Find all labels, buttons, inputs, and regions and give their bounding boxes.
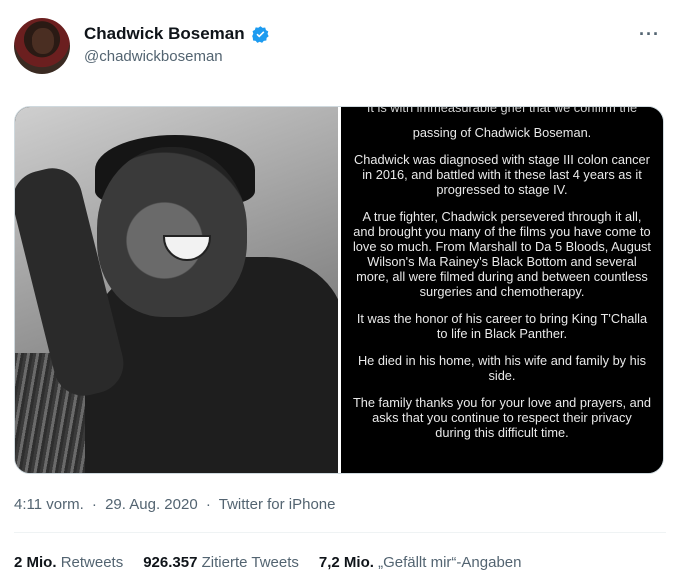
display-name[interactable]: Chadwick Boseman: [84, 24, 245, 44]
quotes-stat[interactable]: 926.357 Zitierte Tweets: [143, 554, 299, 571]
tweet-media[interactable]: It is with immeasurable grief that we co…: [14, 106, 664, 474]
more-options-icon[interactable]: ···: [639, 24, 660, 45]
author-name-row: Chadwick Boseman: [84, 24, 270, 44]
portrait-photo[interactable]: [15, 107, 338, 473]
likes-count: 7,2 Mio.: [318, 554, 374, 571]
separator-dot: ·: [91, 496, 97, 513]
tweet-source[interactable]: Twitter for iPhone: [219, 496, 336, 513]
statement-paragraph: A true fighter, Chadwick persevered thro…: [352, 209, 651, 299]
statement-image[interactable]: It is with immeasurable grief that we co…: [337, 107, 663, 473]
retweets-count: 2 Mio.: [14, 554, 57, 571]
tweet-metadata: 4:11 vorm. · 29. Aug. 2020 · Twitter for…: [14, 496, 339, 513]
retweets-label: Retweets: [60, 554, 124, 571]
author-handle[interactable]: @chadwickboseman: [84, 48, 223, 65]
quotes-label: Zitierte Tweets: [201, 554, 299, 571]
statement-paragraph: Chadwick was diagnosed with stage III co…: [354, 152, 650, 197]
quotes-count: 926.357: [143, 554, 198, 571]
retweets-stat[interactable]: 2 Mio. Retweets: [14, 554, 123, 571]
likes-label: „Gefällt mir“-Angaben: [378, 554, 522, 571]
separator-dot: ·: [205, 496, 211, 513]
tweet-time[interactable]: 4:11 vorm.: [14, 496, 84, 513]
statement-paragraph: It was the honor of his career to bring …: [356, 311, 648, 341]
statement-cutoff-line: It is with immeasurable grief that we co…: [366, 107, 638, 115]
avatar[interactable]: [14, 18, 70, 74]
statement-paragraph: The family thanks you for your love and …: [352, 395, 651, 440]
engagement-stats: 2 Mio. Retweets 926.357 Zitierte Tweets …: [14, 554, 521, 571]
likes-stat[interactable]: 7,2 Mio. „Gefällt mir“-Angaben: [319, 554, 522, 571]
divider: [14, 532, 666, 533]
statement-paragraph: passing of Chadwick Boseman.: [412, 125, 592, 140]
statement-paragraph: He died in his home, with his wife and f…: [357, 353, 646, 383]
tweet: Chadwick Boseman @chadwickboseman ··· It…: [0, 0, 680, 588]
verified-badge-icon: [251, 25, 270, 44]
tweet-date[interactable]: 29. Aug. 2020: [105, 496, 198, 513]
